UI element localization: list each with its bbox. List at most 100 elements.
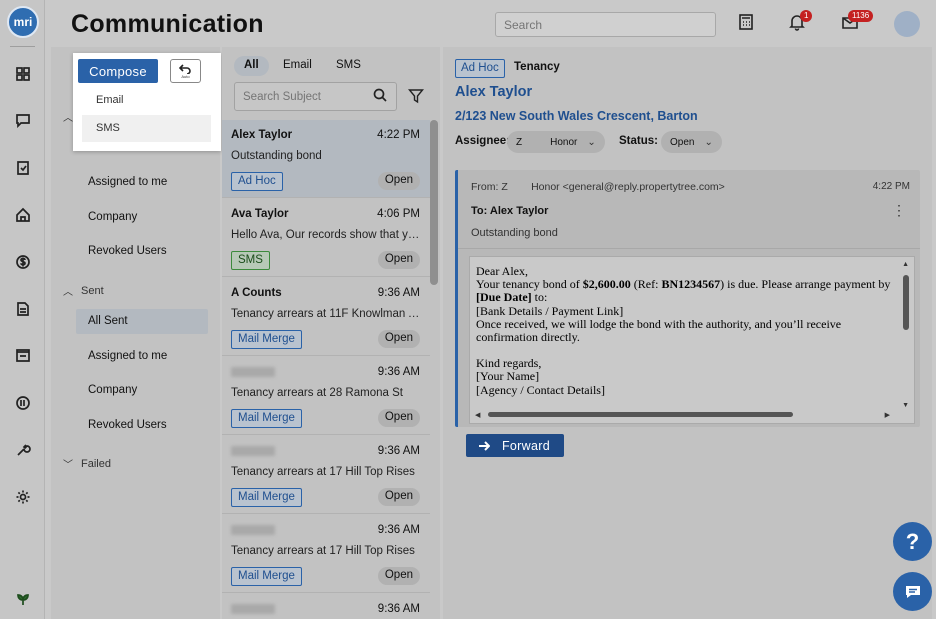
chevron-down-icon: ⌄ [587, 136, 596, 148]
failed-section-header[interactable]: ﹀ Failed [63, 456, 111, 472]
assignee-initial: Z [516, 136, 523, 148]
search-icon[interactable] [372, 87, 390, 105]
message-to: To: Alex Taylor [471, 205, 549, 217]
document-icon[interactable] [14, 300, 32, 318]
redacted-name [231, 604, 275, 614]
auto-reply-label: Auto [181, 73, 190, 79]
help-button[interactable]: ? [893, 522, 932, 561]
item-name: Ava Taylor [231, 208, 289, 220]
nav-sent-assigned[interactable]: Assigned to me [76, 344, 208, 369]
detail-category: Tenancy [514, 61, 560, 73]
item-name: Alex Taylor [231, 129, 293, 141]
home-icon[interactable] [14, 206, 32, 224]
compose-menu-sms[interactable]: SMS [82, 115, 211, 142]
list-scrollbar[interactable] [430, 120, 438, 285]
dollar-icon[interactable] [14, 253, 32, 271]
chevron-down-icon: ⌄ [704, 136, 713, 148]
scroll-up-icon[interactable]: ▲ [902, 261, 909, 268]
body-line: [Your Name] [476, 369, 540, 384]
list-item[interactable]: Ava Taylor 4:06 PM Hello Ava, Our record… [222, 199, 430, 277]
leaf-icon[interactable] [14, 590, 32, 608]
calculator-icon[interactable] [737, 13, 757, 33]
assignee-name: Honor [550, 136, 578, 148]
global-search-input[interactable] [495, 12, 716, 37]
filter-icon[interactable] [408, 88, 426, 106]
checklist-icon[interactable] [14, 159, 32, 177]
item-time: 9:36 AM [377, 524, 420, 536]
item-status: Open [377, 488, 420, 506]
gear-icon[interactable] [14, 488, 32, 506]
item-status: Open [377, 567, 420, 585]
item-status: Open [377, 330, 420, 348]
list-item[interactable]: 9:36 AM Tenancy arrears at 17 Hill Top R… [222, 436, 430, 514]
nav-all-sent[interactable]: All Sent [76, 309, 208, 334]
nav-inbox-assigned[interactable]: Assigned to me [76, 170, 208, 195]
item-subject: Tenancy arrears at 17 Hill Top Rises [231, 466, 415, 478]
undo-icon [179, 63, 191, 74]
body-line: confirmation directly. [476, 330, 580, 345]
redacted-name [231, 367, 275, 377]
dashboard-icon[interactable] [14, 65, 32, 83]
body-line: [Bank Details / Payment Link] [476, 303, 624, 318]
forward-button[interactable]: Forward [466, 434, 564, 457]
chat-icon[interactable] [14, 111, 32, 129]
mri-logo[interactable]: mri [7, 6, 39, 38]
inbox-icon[interactable] [14, 346, 32, 364]
tab-sms[interactable]: SMS [326, 56, 371, 76]
tab-email[interactable]: Email [273, 56, 322, 76]
body-line: [Agency / Contact Details] [476, 382, 605, 397]
tab-all[interactable]: All [234, 56, 269, 76]
redacted-name [231, 446, 275, 456]
compose-dropdown: Compose Auto Email SMS [73, 53, 221, 151]
user-avatar[interactable] [894, 11, 920, 37]
list-item[interactable]: 9:36 AM Tenancy arrears at 17 Hill Top R… [222, 515, 430, 593]
item-time: 9:36 AM [377, 603, 420, 615]
compose-menu-email[interactable]: Email [82, 87, 211, 114]
nav-sent-revoked[interactable]: Revoked Users [76, 413, 208, 438]
top-header: Communication 1 1136 [45, 0, 936, 47]
list-item[interactable]: 9:36 AM [222, 594, 430, 619]
sent-section-header[interactable]: ︿ Sent [63, 283, 104, 299]
message-list-pane: All Email SMS Alex Taylor 4:22 PM Outsta… [222, 47, 440, 619]
item-tag: Mail Merge [231, 330, 302, 349]
nav-inbox-revoked[interactable]: Revoked Users [76, 239, 208, 264]
message-subject: Outstanding bond [471, 227, 558, 239]
status-value: Open [670, 136, 695, 148]
contact-name-link[interactable]: Alex Taylor [455, 84, 532, 100]
status-select[interactable]: Open ⌄ [661, 131, 722, 153]
list-item[interactable]: A Counts 9:36 AM Tenancy arrears at 11F … [222, 278, 430, 356]
chevron-up-icon: ︿ [63, 113, 73, 124]
body-vertical-scrollbar[interactable] [903, 275, 909, 330]
item-tag: SMS [231, 251, 270, 270]
item-status: Open [377, 172, 420, 190]
scroll-right-icon[interactable]: ▶ [885, 411, 890, 419]
scroll-down-icon[interactable]: ▼ [902, 402, 909, 409]
address-link[interactable]: 2/123 New South Wales Crescent, Barton [455, 109, 698, 123]
nav-sent-company[interactable]: Company [76, 378, 208, 403]
more-options-icon[interactable]: ⋮ [892, 202, 906, 219]
list-item[interactable]: Alex Taylor 4:22 PM Outstanding bond Ad … [222, 120, 430, 198]
message-body: Dear Alex, Your tenancy bond of $2,600.0… [469, 256, 915, 424]
assignee-select[interactable]: Z Honor ⌄ [507, 131, 605, 153]
message-card: From: Z Honor <general@reply.propertytre… [455, 170, 920, 427]
body-horizontal-scrollbar[interactable] [488, 412, 793, 417]
redacted-name [231, 525, 275, 535]
failed-section-label: Failed [81, 457, 111, 470]
auto-reply-button[interactable]: Auto [170, 59, 201, 83]
bi-icon[interactable] [14, 394, 32, 412]
message-body-text: Dear Alex, Your tenancy bond of $2,600.0… [476, 264, 894, 397]
chat-support-button[interactable] [893, 572, 932, 611]
scroll-left-icon[interactable]: ◀ [475, 411, 480, 419]
list-item[interactable]: 9:36 AM Tenancy arrears at 28 Ramona St … [222, 357, 430, 435]
compose-button[interactable]: Compose [78, 59, 158, 83]
arrow-right-icon [479, 440, 490, 451]
inbox-section-header[interactable]: ︿ [63, 109, 73, 124]
item-tag: Mail Merge [231, 567, 302, 586]
wrench-icon[interactable] [14, 441, 32, 459]
item-name: A Counts [231, 287, 282, 299]
nav-inbox-company[interactable]: Company [76, 205, 208, 230]
app-rail: mri [0, 0, 45, 619]
item-subject: Hello Ava, Our records show that you... [231, 229, 421, 241]
sent-section-label: Sent [81, 284, 104, 297]
item-time: 4:22 PM [377, 129, 420, 141]
